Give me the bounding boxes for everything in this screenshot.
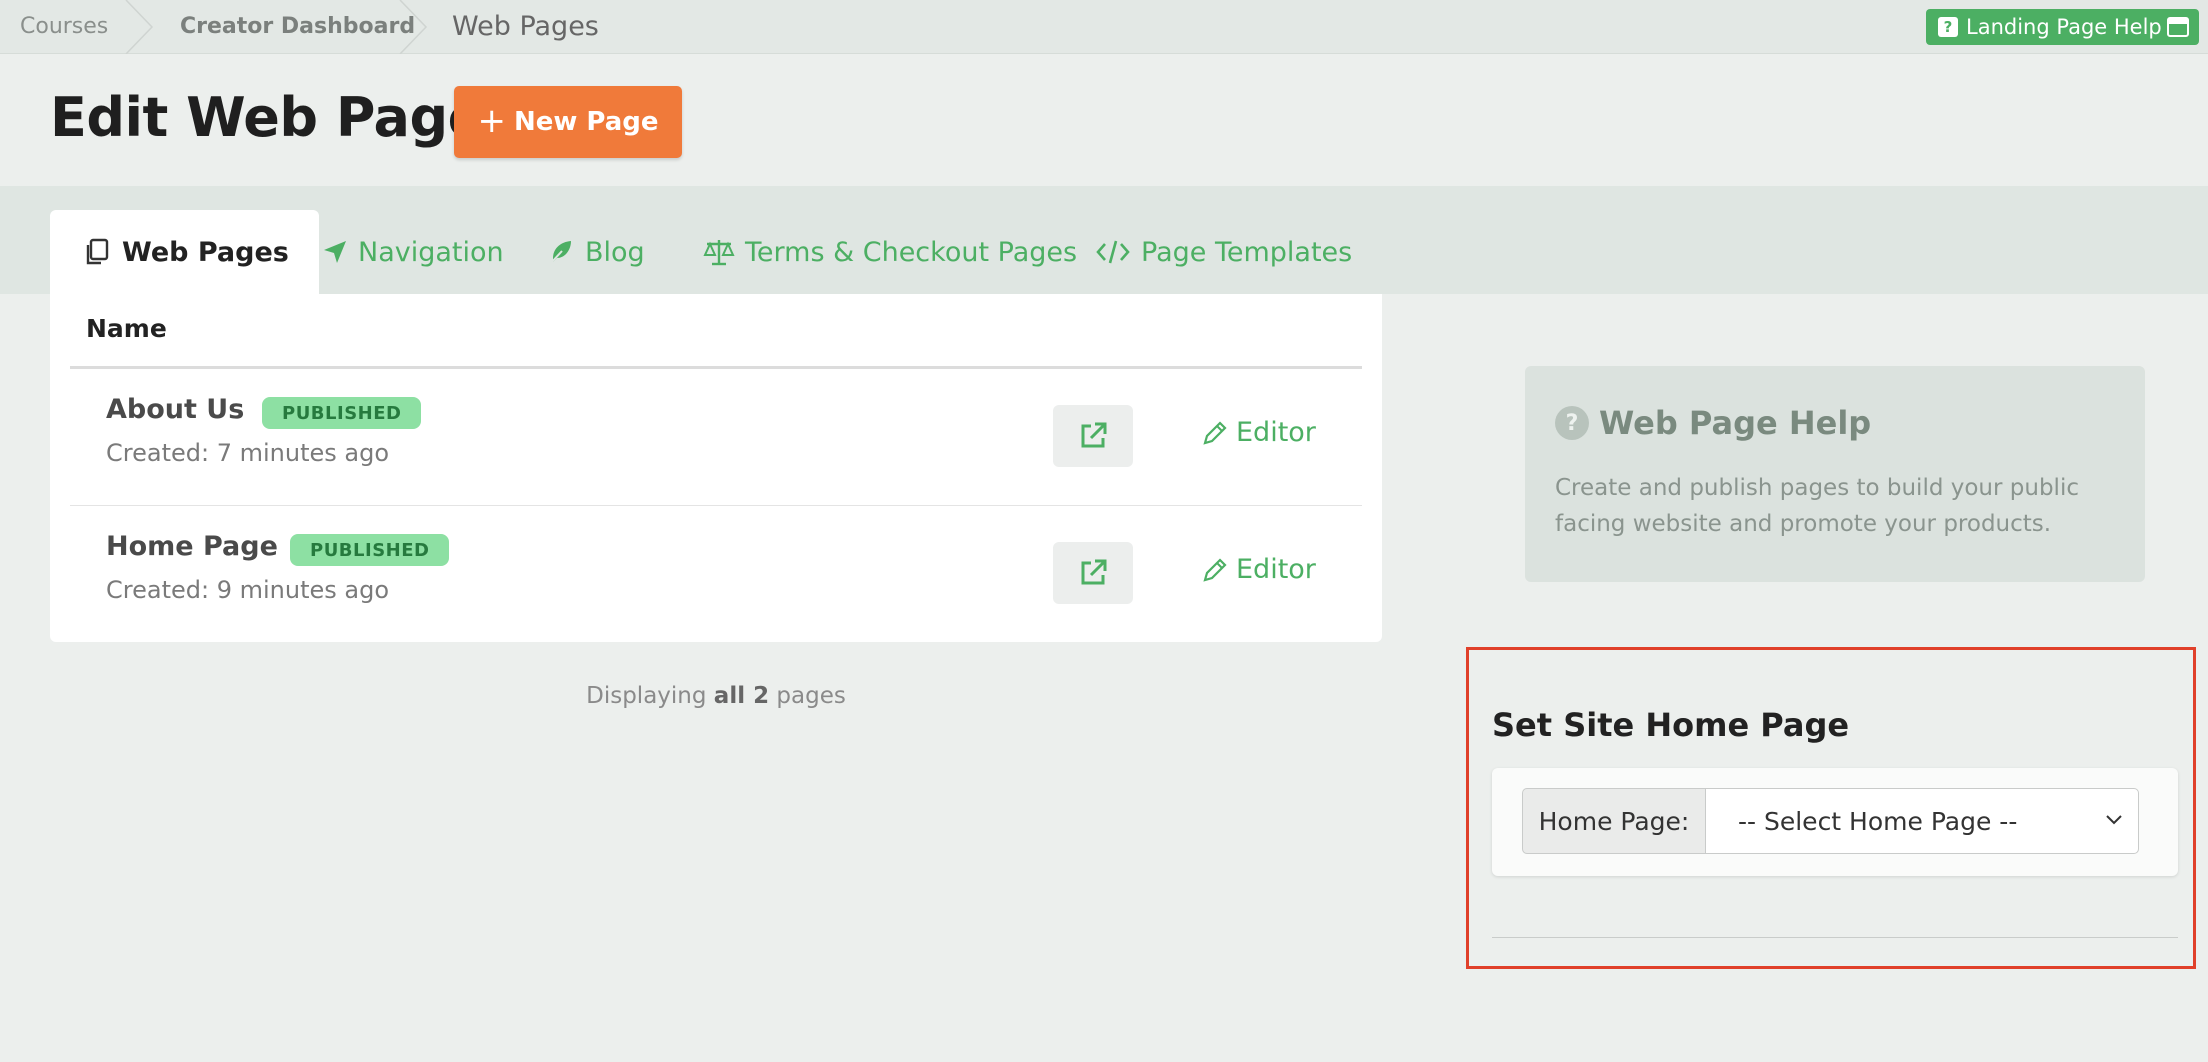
pagination-count: all 2 (713, 683, 770, 709)
plus-icon: + (477, 100, 506, 141)
view-page-button[interactable] (1053, 542, 1133, 604)
pagination-prefix: Displaying (586, 683, 707, 709)
breadcrumb-separator-icon (399, 0, 428, 54)
web-page-help-box: ? Web Page Help Create and publish pages… (1525, 366, 2145, 582)
help-box-title-text: Web Page Help (1599, 404, 1872, 442)
table-row: Home Page PUBLISHED Created: 9 minutes a… (70, 506, 1362, 643)
breadcrumb-courses[interactable]: Courses (20, 0, 108, 54)
tab-page-templates-label: Page Templates (1141, 236, 1353, 268)
created-time: Created: 9 minutes ago (106, 576, 389, 604)
external-link-icon (1081, 422, 1107, 448)
view-page-button[interactable] (1053, 405, 1133, 467)
tab-terms-checkout-label: Terms & Checkout Pages (745, 236, 1078, 268)
pencil-icon (1203, 557, 1227, 582)
scale-icon (703, 240, 735, 266)
pencil-icon (1203, 420, 1227, 445)
breadcrumb-current-web-pages: Web Pages (452, 11, 599, 42)
question-square-icon: ? (1938, 17, 1958, 37)
home-page-select-value: -- Select Home Page -- (1738, 806, 2018, 836)
help-box-text: Create and publish pages to build your p… (1555, 475, 2079, 537)
status-badge: PUBLISHED (290, 534, 450, 566)
table-row: About Us PUBLISHED Created: 7 minutes ag… (70, 369, 1362, 506)
column-header-name: Name (86, 314, 167, 343)
page-name[interactable]: About Us (106, 394, 244, 425)
pagination-suffix: pages (776, 683, 846, 709)
tab-blog-label: Blog (585, 236, 645, 268)
feather-icon (549, 241, 571, 265)
editor-label: Editor (1236, 417, 1316, 448)
question-circle-icon: ? (1555, 406, 1589, 440)
new-page-label: New Page (513, 107, 659, 137)
home-page-select[interactable]: -- Select Home Page -- (1705, 788, 2139, 854)
editor-link[interactable]: Editor (1202, 417, 1316, 448)
set-home-page-title: Set Site Home Page (1492, 706, 1850, 744)
landing-page-help-button[interactable]: ? Landing Page Help (1926, 9, 2199, 45)
web-pages-table: Name About Us PUBLISHED Created: 7 minut… (50, 294, 1382, 642)
tab-terms-checkout[interactable]: Terms & Checkout Pages (703, 210, 1077, 294)
code-icon (1096, 240, 1130, 264)
tab-navigation-label: Navigation (358, 236, 504, 268)
breadcrumb: Courses Creator Dashboard Web Pages ? La… (0, 0, 2208, 54)
section-divider (1492, 937, 2178, 938)
tab-web-pages-label: Web Pages (122, 236, 289, 268)
panel-toggle-icon (2167, 17, 2189, 37)
tab-navigation[interactable]: Navigation (322, 210, 504, 294)
breadcrumb-separator-icon (125, 0, 154, 54)
tab-bar: Web Pages Navigation Blog Terms & Checko… (0, 186, 2208, 294)
editor-label: Editor (1236, 554, 1316, 585)
breadcrumb-creator-dashboard[interactable]: Creator Dashboard (180, 0, 415, 54)
new-page-button[interactable]: + New Page (454, 86, 682, 158)
home-page-addon-label: Home Page: (1522, 788, 1706, 854)
tab-blog[interactable]: Blog (547, 210, 645, 294)
page-name[interactable]: Home Page (106, 531, 278, 562)
help-box-title: ? Web Page Help (1555, 404, 1871, 442)
editor-link[interactable]: Editor (1202, 554, 1316, 585)
landing-page-help-label: Landing Page Help (1966, 15, 2162, 39)
home-page-select-card: Home Page: -- Select Home Page -- (1492, 768, 2178, 876)
copy-pages-icon (86, 238, 109, 265)
status-badge: PUBLISHED (262, 397, 422, 429)
created-time: Created: 7 minutes ago (106, 439, 389, 467)
tab-page-templates[interactable]: Page Templates (1095, 210, 1352, 294)
page-title: Edit Web Pages (50, 86, 516, 149)
chevron-down-icon (2106, 815, 2122, 825)
location-arrow-icon (324, 241, 346, 263)
external-link-icon (1081, 559, 1107, 585)
tab-web-pages[interactable]: Web Pages (50, 210, 319, 294)
pagination-summary: Displaying all 2 pages (0, 683, 1432, 709)
